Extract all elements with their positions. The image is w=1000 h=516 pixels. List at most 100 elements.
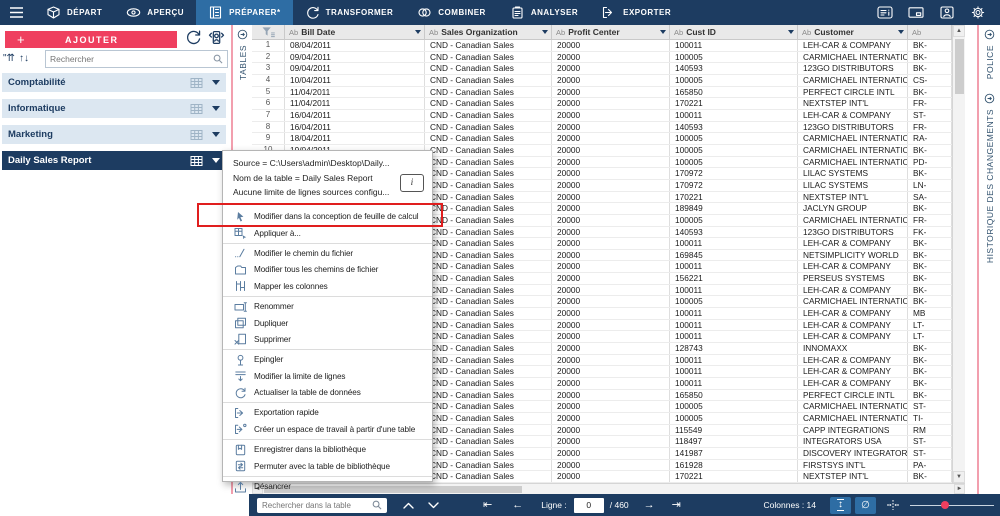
cell-extra[interactable]: BK- xyxy=(908,355,952,366)
cell-profit-center[interactable]: 20000 xyxy=(552,320,670,331)
cell-customer[interactable]: LEH-CAR & COMPANY xyxy=(798,40,908,51)
cell-sales-organization[interactable]: CND - Canadian Sales xyxy=(425,308,552,319)
cell-extra[interactable]: RM xyxy=(908,425,952,436)
menu-item-modifier-dans-la-conception-de-feuille-d[interactable]: Modifier dans la conception de feuille d… xyxy=(223,209,432,225)
cell-profit-center[interactable]: 20000 xyxy=(552,401,670,412)
cell-customer[interactable]: JACLYN GROUP xyxy=(798,203,908,214)
menu-item-actualiser-la-table-de-données[interactable]: Actualiser la table de données xyxy=(223,384,432,400)
menu-item-renommer[interactable]: Renommer xyxy=(223,298,432,314)
cell-customer[interactable]: NETSIMPLICITY WORLD xyxy=(798,250,908,261)
menu-item-modifier-tous-les-chemins-de-fichier[interactable]: Modifier tous les chemins de fichier xyxy=(223,262,432,278)
next-row-button[interactable]: → xyxy=(644,500,655,511)
cell-profit-center[interactable]: 20000 xyxy=(552,413,670,424)
cell-cust-id[interactable]: 100011 xyxy=(670,320,798,331)
cell-extra[interactable]: SA- xyxy=(908,192,952,203)
cell-cust-id[interactable]: 170221 xyxy=(670,98,798,109)
hamburger-menu-icon[interactable] xyxy=(0,0,34,25)
cell-profit-center[interactable]: 20000 xyxy=(552,133,670,144)
first-row-button[interactable]: ⇤ xyxy=(483,500,492,511)
cell-customer[interactable]: 123GO DISTRIBUTORS xyxy=(798,227,908,238)
cell-profit-center[interactable]: 20000 xyxy=(552,180,670,191)
cell-cust-id[interactable]: 100011 xyxy=(670,40,798,51)
find-next-button[interactable] xyxy=(428,502,439,509)
cell-extra[interactable]: FR- xyxy=(908,98,952,109)
table-menu-caret[interactable] xyxy=(212,106,220,111)
menu-item-supprimer[interactable]: Supprimer xyxy=(223,331,432,347)
cell-customer[interactable]: LEH-CAR & COMPANY xyxy=(798,378,908,389)
cell-cust-id[interactable]: 100005 xyxy=(670,296,798,307)
cell-sales-organization[interactable]: CND - Canadian Sales xyxy=(425,238,552,249)
vertical-scroll-thumb[interactable] xyxy=(955,39,964,94)
sidebar-item-marketing[interactable]: Marketing xyxy=(2,125,226,144)
cell-bill-date[interactable]: 09/04/2011 xyxy=(285,52,425,63)
cell-profit-center[interactable]: 20000 xyxy=(552,227,670,238)
cell-profit-center[interactable]: 20000 xyxy=(552,145,670,156)
ribbon-tab-analyser[interactable]: ANALYSER xyxy=(498,0,590,25)
cell-extra[interactable]: ST- xyxy=(908,448,952,459)
menu-item-permuter-avec-la-table-de-bibliothèque[interactable]: Permuter avec la table de bibliothèque xyxy=(223,458,432,474)
sidebar-item-informatique[interactable]: Informatique xyxy=(2,99,226,118)
cell-rownum[interactable]: 9 xyxy=(252,133,285,144)
cell-sales-organization[interactable]: CND - Canadian Sales xyxy=(425,192,552,203)
cell-cust-id[interactable]: 189849 xyxy=(670,203,798,214)
cell-cust-id[interactable]: 140593 xyxy=(670,122,798,133)
ribbon-tab-transformer[interactable]: TRANSFORMER xyxy=(293,0,406,25)
cell-cust-id[interactable]: 100011 xyxy=(670,366,798,377)
cell-sales-organization[interactable]: CND - Canadian Sales xyxy=(425,331,552,342)
cell-extra[interactable]: MB xyxy=(908,308,952,319)
row-number-input[interactable] xyxy=(574,498,604,513)
cell-customer[interactable]: CARMICHAEL INTERNATIONAL xyxy=(798,401,908,412)
cell-cust-id[interactable]: 100011 xyxy=(670,110,798,121)
cell-cust-id[interactable]: 115549 xyxy=(670,425,798,436)
cell-customer[interactable]: CARMICHAEL INTERNATIONAL xyxy=(798,133,908,144)
cell-extra[interactable]: BK- xyxy=(908,285,952,296)
cell-cust-id[interactable]: 100011 xyxy=(670,238,798,249)
cell-sales-organization[interactable]: CND - Canadian Sales xyxy=(425,98,552,109)
cell-bill-date[interactable]: 08/04/2011 xyxy=(285,40,425,51)
ribbon-tab-aperçu[interactable]: APERÇU xyxy=(114,0,196,25)
ribbon-tab-combiner[interactable]: COMBINER xyxy=(405,0,498,25)
cell-sales-organization[interactable]: CND - Canadian Sales xyxy=(425,168,552,179)
cell-cust-id[interactable]: 170221 xyxy=(670,471,798,482)
cell-customer[interactable]: LEH-CAR & COMPANY xyxy=(798,331,908,342)
cell-cust-id[interactable]: 140593 xyxy=(670,63,798,74)
cell-customer[interactable]: PERSEUS SYSTEMS xyxy=(798,273,908,284)
menu-item-modifier-la-limite-de-lignes[interactable]: Modifier la limite de lignes xyxy=(223,368,432,384)
cell-profit-center[interactable]: 20000 xyxy=(552,378,670,389)
cell-sales-organization[interactable]: CND - Canadian Sales xyxy=(425,436,552,447)
table-menu-caret[interactable] xyxy=(212,80,220,85)
cell-sales-organization[interactable]: CND - Canadian Sales xyxy=(425,378,552,389)
window-icon[interactable] xyxy=(908,6,924,19)
filter-funnel-icon[interactable] xyxy=(261,26,276,38)
cell-extra[interactable]: FR- xyxy=(908,215,952,226)
cell-bill-date[interactable]: 16/04/2011 xyxy=(285,122,425,133)
cell-extra[interactable]: BK- xyxy=(908,471,952,482)
cell-customer[interactable]: LEH-CAR & COMPANY xyxy=(798,366,908,377)
menu-item-mapper-les-colonnes[interactable]: Mapper les colonnes xyxy=(223,278,432,294)
cell-sales-organization[interactable]: CND - Canadian Sales xyxy=(425,425,552,436)
slider-thumb[interactable] xyxy=(941,501,949,509)
cell-sales-organization[interactable]: CND - Canadian Sales xyxy=(425,110,552,121)
cell-profit-center[interactable]: 20000 xyxy=(552,448,670,459)
cell-sales-organization[interactable]: CND - Canadian Sales xyxy=(425,343,552,354)
cell-cust-id[interactable]: 170972 xyxy=(670,180,798,191)
cell-customer[interactable]: CARMICHAEL INTERNATIONAL xyxy=(798,215,908,226)
cell-bill-date[interactable]: 18/04/2011 xyxy=(285,133,425,144)
cell-profit-center[interactable]: 20000 xyxy=(552,390,670,401)
cell-customer[interactable]: 123GO DISTRIBUTORS xyxy=(798,63,908,74)
filter-caret-icon[interactable] xyxy=(542,30,548,34)
cell-cust-id[interactable]: 100005 xyxy=(670,75,798,86)
cell-bill-date[interactable]: 11/04/2011 xyxy=(285,87,425,98)
library-icon[interactable] xyxy=(939,6,955,19)
cell-customer[interactable]: PERFECT CIRCLE INTL xyxy=(798,87,908,98)
cell-customer[interactable]: DISCOVERY INTEGRATORS xyxy=(798,448,908,459)
cell-extra[interactable]: ST- xyxy=(908,110,952,121)
cell-customer[interactable]: LEH-CAR & COMPANY xyxy=(798,355,908,366)
info-panel-icon[interactable] xyxy=(877,6,893,19)
cell-customer[interactable]: LEH-CAR & COMPANY xyxy=(798,110,908,121)
cell-sales-organization[interactable]: CND - Canadian Sales xyxy=(425,390,552,401)
ribbon-tab-préparer[interactable]: PRÉPARER* xyxy=(196,0,292,25)
cell-rownum[interactable]: 6 xyxy=(252,98,285,109)
cell-sales-organization[interactable]: CND - Canadian Sales xyxy=(425,52,552,63)
cell-extra[interactable]: ST- xyxy=(908,436,952,447)
